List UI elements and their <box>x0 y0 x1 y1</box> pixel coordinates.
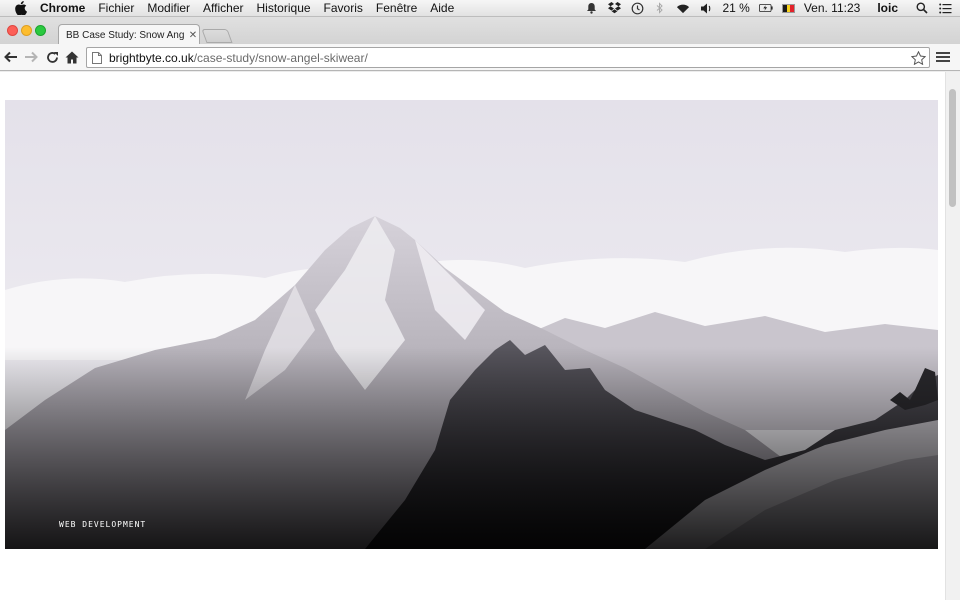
page-viewport: WEB DEVELOPMENT <box>0 72 945 600</box>
hero-category-label: WEB DEVELOPMENT <box>59 520 147 529</box>
battery-icon[interactable] <box>758 2 773 15</box>
menu-aide[interactable]: Aide <box>430 0 454 17</box>
notification-center-icon[interactable] <box>938 2 952 15</box>
menu-fichier[interactable]: Fichier <box>98 0 134 17</box>
forward-arrow-icon[interactable] <box>23 49 39 65</box>
clock[interactable]: Ven. 11:23 <box>804 1 861 15</box>
browser-toolbar: brightbyte.co.uk/case-study/snow-angel-s… <box>0 44 960 71</box>
menu-favoris[interactable]: Favoris <box>324 0 363 17</box>
menu-modifier[interactable]: Modifier <box>147 0 190 17</box>
user-name[interactable]: loic <box>877 1 898 15</box>
address-bar[interactable]: brightbyte.co.uk/case-study/snow-angel-s… <box>86 47 930 68</box>
tab-strip: BB Case Study: Snow Angel S ✕ <box>0 17 960 45</box>
tab-title: BB Case Study: Snow Angel S <box>66 29 184 41</box>
battery-percentage: 21 % <box>722 1 750 15</box>
menu-app-name[interactable]: Chrome <box>40 0 85 17</box>
window-minimize-button[interactable] <box>21 25 32 36</box>
menu-historique[interactable]: Historique <box>257 0 311 17</box>
bookmark-star-icon[interactable] <box>910 50 926 66</box>
volume-icon[interactable] <box>699 2 713 15</box>
url-path: /case-study/snow-angel-skiwear/ <box>193 50 368 65</box>
menu-bar: Chrome Fichier Modifier Afficher Histori… <box>0 0 960 17</box>
menu-afficher[interactable]: Afficher <box>203 0 243 17</box>
page-scrollbar[interactable] <box>945 72 960 600</box>
back-arrow-icon[interactable] <box>3 49 19 65</box>
bell-icon[interactable] <box>584 2 598 15</box>
time-machine-icon[interactable] <box>630 2 644 15</box>
url-domain: brightbyte.co.uk <box>109 50 194 65</box>
new-tab-button[interactable] <box>201 29 233 43</box>
mountain-illustration <box>5 100 938 549</box>
status-area: 21 % Ven. 11:23 loic <box>575 0 960 17</box>
flag-icon[interactable] <box>781 3 795 13</box>
hero-image: WEB DEVELOPMENT <box>5 100 938 549</box>
tab-active[interactable]: BB Case Study: Snow Angel S ✕ <box>58 24 200 45</box>
reload-icon[interactable] <box>44 49 60 65</box>
window-maximize-button[interactable] <box>35 25 46 36</box>
apple-icon[interactable] <box>14 1 28 15</box>
menu-fenetre[interactable]: Fenêtre <box>376 0 417 17</box>
chrome-menu-icon[interactable] <box>936 50 950 64</box>
page-icon <box>92 51 104 65</box>
scrollbar-thumb[interactable] <box>949 89 956 207</box>
wifi-icon[interactable] <box>676 2 690 15</box>
window-close-button[interactable] <box>7 25 18 36</box>
home-icon[interactable] <box>64 49 80 65</box>
bluetooth-icon[interactable] <box>653 2 667 15</box>
dropbox-icon[interactable] <box>607 2 621 15</box>
tab-close-icon[interactable]: ✕ <box>188 30 198 41</box>
spotlight-icon[interactable] <box>915 2 929 15</box>
